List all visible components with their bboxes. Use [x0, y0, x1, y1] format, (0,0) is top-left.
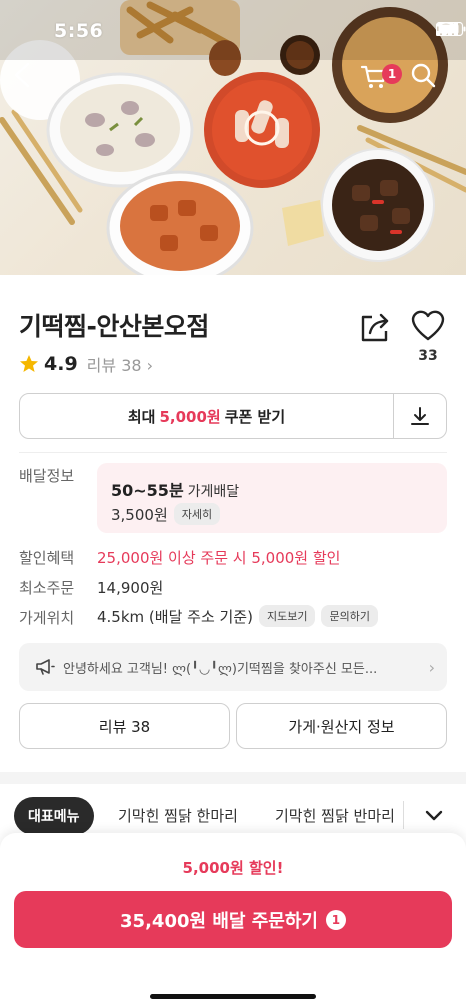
tab-separator	[403, 801, 404, 829]
delivery-time: 50~55분	[111, 481, 184, 500]
cart-count-badge: 1	[382, 64, 402, 84]
home-indicator	[150, 994, 316, 999]
location-value: 4.5km (배달 주소 기준)	[97, 607, 253, 626]
share-icon	[361, 313, 389, 342]
delivery-info-box: 50~55분 가게배달 3,500원 자세히	[97, 463, 447, 533]
like-button[interactable]	[410, 309, 446, 343]
delivery-type: 가게배달	[187, 484, 240, 500]
share-button[interactable]	[358, 311, 392, 345]
delivery-fee-row: 3,500원 자세히	[111, 503, 221, 525]
store-name: 기떡찜-안산본오점	[19, 312, 209, 341]
hero-food-image: 5:56 1	[0, 0, 466, 275]
chevron-right-icon: ›	[428, 658, 435, 677]
search-button[interactable]	[410, 62, 450, 102]
coupon-button[interactable]: 최대 5,000원 쿠폰 받기	[20, 394, 394, 438]
coupon-suffix: 쿠폰 받기	[224, 407, 286, 426]
review-link-label: 리뷰 38	[86, 356, 142, 375]
cart-button[interactable]: 1	[360, 64, 402, 104]
notice-text: 안녕하세요 고객님! ლ(╹◡╹ლ)기떡찜을 찾아주신 모든...	[63, 661, 378, 677]
heart-icon	[411, 310, 445, 341]
status-bar: 5:56	[0, 0, 466, 60]
delivery-order-button[interactable]: 35,400원 배달 주문하기 1	[14, 891, 452, 948]
coupon-bar: 최대 5,000원 쿠폰 받기	[19, 393, 447, 439]
min-order-label: 최소주문	[19, 579, 75, 597]
discount-label: 할인혜택	[19, 549, 75, 567]
rating-row: 4.9 리뷰 38 ›	[19, 352, 153, 376]
section-gap	[0, 772, 466, 784]
order-discount-text: 5,000원 할인!	[182, 859, 284, 877]
tab-expand-button[interactable]	[416, 801, 452, 831]
delivery-info-label: 배달정보	[19, 467, 75, 485]
battery-icon	[436, 22, 466, 36]
reviews-button[interactable]: 리뷰 38	[19, 703, 230, 749]
delivery-time-row: 50~55분 가게배달	[111, 477, 239, 501]
coupon-amount: 5,000원	[159, 407, 221, 426]
section-divider	[19, 452, 447, 453]
delivery-detail-chip[interactable]: 자세히	[173, 503, 221, 525]
delivery-fee: 3,500원	[111, 505, 168, 524]
store-origin-info-button[interactable]: 가게·원산지 정보	[236, 703, 447, 749]
discount-value: 25,000원 이상 주문 시 5,000원 할인	[97, 549, 341, 567]
coupon-prefix: 최대	[127, 407, 156, 426]
download-icon	[411, 407, 429, 425]
location-row: 4.5km (배달 주소 기준) 지도보기 문의하기	[97, 605, 378, 627]
back-button[interactable]	[12, 62, 52, 102]
tab-signature-menu[interactable]: 대표메뉴	[14, 797, 94, 835]
map-chip[interactable]: 지도보기	[258, 605, 316, 627]
inquiry-chip[interactable]: 문의하기	[321, 605, 378, 627]
order-bottom-sheet: 5,000원 할인! 35,400원 배달 주문하기 1	[0, 833, 466, 1008]
tab-whole-chicken[interactable]: 기막힌 찜닭 한마리	[118, 805, 238, 826]
chevron-down-icon	[425, 810, 443, 821]
order-count-badge: 1	[325, 909, 346, 930]
search-icon	[411, 63, 436, 88]
order-button-label: 35,400원 배달 주문하기	[120, 910, 318, 932]
min-order-value: 14,900원	[97, 579, 164, 597]
chevron-left-icon	[14, 62, 30, 88]
rating-score: 4.9	[44, 353, 78, 375]
store-page: 5:56 1 기떡찜-안산본오점 33 4.9 리뷰 38 › 최대 5,000…	[0, 0, 466, 1008]
star-icon	[20, 355, 38, 372]
store-notice[interactable]: 안녕하세요 고객님! ლ(╹◡╹ლ)기떡찜을 찾아주신 모든... ›	[19, 643, 447, 691]
coupon-download-button[interactable]	[394, 394, 446, 438]
status-time: 5:56	[54, 20, 104, 42]
review-link[interactable]: 리뷰 38 ›	[87, 352, 153, 376]
tab-half-chicken[interactable]: 기막힌 찜닭 반마리	[275, 805, 401, 826]
megaphone-icon	[36, 659, 55, 675]
like-count: 33	[418, 348, 438, 364]
location-label: 가게위치	[19, 609, 75, 627]
